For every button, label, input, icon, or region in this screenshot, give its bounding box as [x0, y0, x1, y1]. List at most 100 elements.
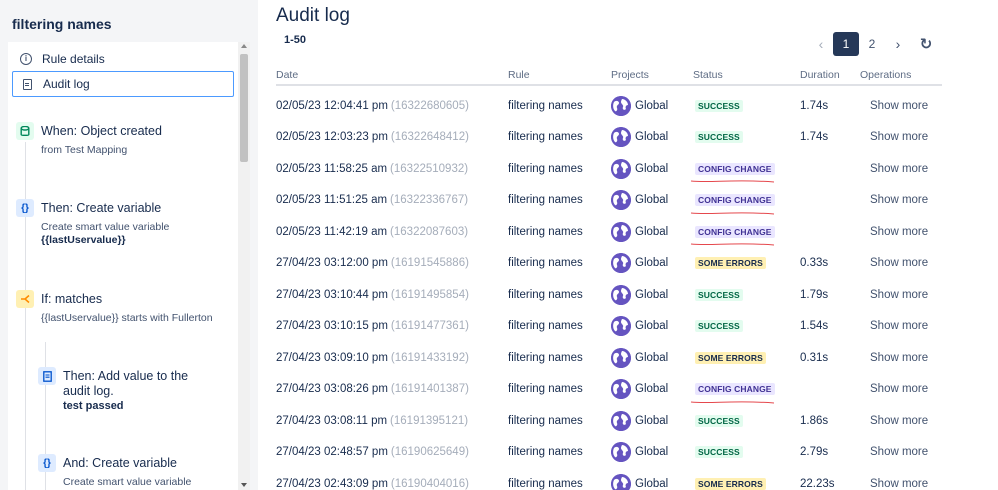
refresh-icon[interactable]: ↻ — [915, 33, 937, 55]
show-more-link[interactable]: Show more — [870, 257, 928, 269]
cell-status: SOME ERRORS — [695, 248, 766, 280]
globe-icon — [611, 347, 631, 368]
cell-rule: filtering names — [508, 405, 583, 437]
cell-date: 27/04/23 03:08:11 pm (16191395121) — [276, 405, 468, 437]
scroll-up-icon[interactable] — [241, 44, 247, 48]
status-badge: CONFIG CHANGE — [695, 162, 775, 175]
step-audit-text: test passed — [63, 400, 124, 412]
execution-id: (16322336767) — [390, 194, 469, 207]
show-more-link[interactable]: Show more — [870, 163, 928, 175]
status-badge: SUCCESS — [695, 288, 743, 301]
table-row[interactable]: 02/05/23 11:42:19 am (16322087603) filteri… — [276, 216, 942, 248]
show-more-link[interactable]: Show more — [870, 352, 928, 364]
cell-project: Global — [611, 248, 668, 280]
col-duration: Duration — [800, 69, 840, 81]
duration-value: 1.74s — [800, 131, 829, 144]
globe-icon — [611, 410, 631, 431]
page-2-button[interactable]: 2 — [859, 32, 885, 56]
cell-rule: filtering names — [508, 342, 583, 374]
rule-name: filtering names — [508, 257, 583, 270]
cell-rule: filtering names — [508, 153, 583, 185]
col-operations: Operations — [860, 69, 912, 81]
cell-status: SOME ERRORS — [695, 468, 766, 490]
show-more-link[interactable]: Show more — [870, 446, 928, 458]
table-row[interactable]: 02/05/23 12:03:23 pm (16322648412) filteri… — [276, 122, 942, 154]
nav-label: Rule details — [42, 52, 105, 66]
duration-value: 0.33s — [800, 257, 829, 270]
page-title: Audit log — [276, 5, 350, 26]
cell-status: SUCCESS — [695, 279, 743, 311]
cell-operations: Show more — [870, 468, 928, 490]
table-row[interactable]: 27/04/23 03:10:15 pm (16191477361) filteri… — [276, 311, 942, 343]
show-more-link[interactable]: Show more — [870, 100, 928, 112]
rule-name: filtering names — [508, 477, 583, 490]
red-annotation-underline — [690, 207, 776, 214]
cell-project: Global — [611, 374, 668, 406]
sidebar-scrollbar[interactable] — [238, 42, 250, 490]
table-row[interactable]: 27/04/23 03:12:00 pm (16191545886) filteri… — [276, 248, 942, 280]
rule-name: filtering names — [508, 194, 583, 207]
cell-status: SUCCESS — [695, 90, 743, 122]
timestamp: 27/04/23 03:08:11 pm — [276, 414, 388, 427]
execution-id: (16191477361) — [390, 320, 469, 333]
col-status: Status — [693, 69, 723, 81]
duration-value: 2.79s — [800, 446, 829, 459]
duration-value: 1.79s — [800, 288, 829, 301]
table-row[interactable]: 27/04/23 03:08:26 pm (16191401387) filteri… — [276, 374, 942, 406]
table-row[interactable]: 02/05/23 11:58:25 am (16322510932) filteri… — [276, 153, 942, 185]
status-badge: CONFIG CHANGE — [695, 194, 775, 207]
cell-operations: Show more — [870, 185, 928, 217]
table-header: Date Rule Projects Status Duration Opera… — [276, 66, 942, 86]
table-row[interactable]: 02/05/23 11:51:25 am (16322336767) filteri… — [276, 185, 942, 217]
table-row[interactable]: 27/04/23 03:09:10 pm (16191433192) filteri… — [276, 342, 942, 374]
cell-duration: 1.74s — [800, 90, 828, 122]
globe-icon — [611, 379, 631, 400]
table-row[interactable]: 27/04/23 03:10:44 pm (16191495854) filteri… — [276, 279, 942, 311]
cell-operations: Show more — [870, 374, 928, 406]
table-row[interactable]: 02/05/23 12:04:41 pm (16322680605) filteri… — [276, 90, 942, 122]
step-create-variable[interactable]: {} Then: Create variable Create smart va… — [16, 199, 236, 249]
scroll-down-icon[interactable] — [241, 483, 247, 487]
table-row[interactable]: 27/04/23 02:43:09 pm (16190404016) filteri… — [276, 468, 942, 490]
cell-duration: 2.79s — [800, 437, 828, 469]
page-1-button[interactable]: 1 — [833, 32, 859, 56]
duration-value: 1.86s — [800, 414, 829, 427]
step-title-cont: audit log. — [63, 384, 114, 398]
project-name: Global — [635, 257, 669, 270]
step-trigger[interactable]: When: Object created from Test Mapping — [16, 122, 236, 162]
step-add-audit-value[interactable]: Then: Add value to the audit log. test p… — [38, 367, 228, 415]
cell-duration: 22.23s — [800, 468, 835, 490]
project-name: Global — [635, 351, 669, 364]
cell-rule: filtering names — [508, 248, 583, 280]
show-more-link[interactable]: Show more — [870, 478, 928, 490]
step-condition[interactable]: If: matches {{lastUservalue}} starts wit… — [16, 290, 236, 326]
show-more-link[interactable]: Show more — [870, 383, 928, 395]
step-title: And: Create variable — [63, 456, 177, 470]
step-create-variable-2[interactable]: {} And: Create variable Create smart val… — [38, 454, 228, 490]
nav-audit-log[interactable]: Audit log — [12, 71, 234, 97]
show-more-link[interactable]: Show more — [870, 194, 928, 206]
show-more-link[interactable]: Show more — [870, 320, 928, 332]
nav-rule-details[interactable]: i Rule details — [12, 46, 234, 72]
cell-project: Global — [611, 122, 668, 154]
show-more-link[interactable]: Show more — [870, 226, 928, 238]
timestamp: 02/05/23 11:51:25 am — [276, 194, 388, 207]
red-annotation-underline — [690, 238, 776, 246]
audit-log-main: Audit log 1-50 ‹ 1 2 › ↻ Date Rule Proje… — [276, 0, 998, 490]
scrollbar-thumb[interactable] — [240, 54, 248, 162]
show-more-link[interactable]: Show more — [870, 131, 928, 143]
chevron-right-icon[interactable]: › — [885, 32, 911, 56]
cell-project: Global — [611, 153, 668, 185]
table-row[interactable]: 27/04/23 03:08:11 pm (16191395121) filteri… — [276, 405, 942, 437]
table-row[interactable]: 27/04/23 02:48:57 pm (16190625649) filteri… — [276, 437, 942, 469]
chevron-left-icon[interactable]: ‹ — [809, 32, 833, 56]
cell-rule: filtering names — [508, 185, 583, 217]
execution-id: (16322648412) — [390, 131, 469, 144]
cell-date: 27/04/23 02:48:57 pm (16190625649) — [276, 437, 469, 469]
cell-date: 27/04/23 03:10:44 pm (16191495854) — [276, 279, 469, 311]
show-more-link[interactable]: Show more — [870, 415, 928, 427]
show-more-link[interactable]: Show more — [870, 289, 928, 301]
cell-project: Global — [611, 311, 668, 343]
timestamp: 02/05/23 11:42:19 am — [276, 225, 388, 238]
step-subtitle: Create smart value variable — [41, 221, 170, 233]
